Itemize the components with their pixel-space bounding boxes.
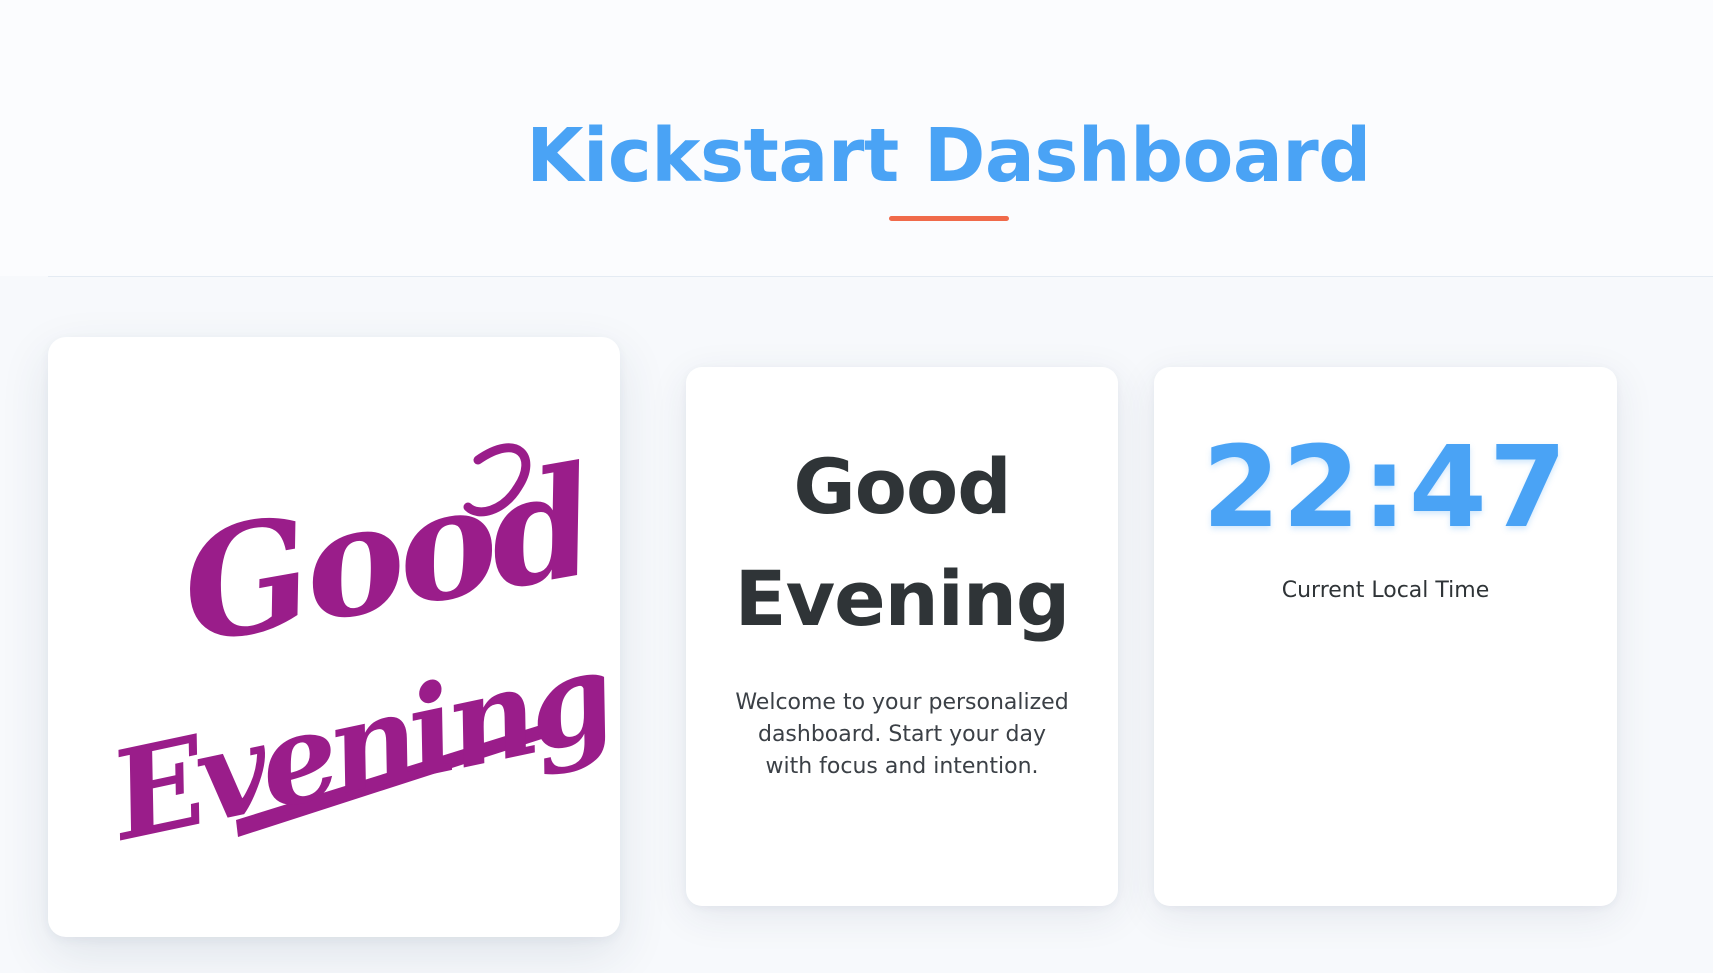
greeting-image-card: Good Evening — [48, 337, 620, 937]
clock-card: 22:47 Current Local Time — [1154, 367, 1617, 906]
header-divider — [48, 276, 1713, 277]
greeting-title: Good Evening — [734, 442, 1071, 643]
title-underline — [889, 216, 1009, 221]
greeting-card: Good Evening Welcome to your personalize… — [686, 367, 1118, 906]
current-time: 22:47 — [1202, 423, 1569, 553]
greeting-message: Welcome to your personalized dashboard. … — [735, 690, 1069, 779]
page-title: Kickstart Dashboard — [526, 113, 1371, 199]
good-evening-illustration: Good Evening — [96, 433, 620, 869]
page-header: Kickstart Dashboard — [0, 0, 1713, 277]
time-label: Current Local Time — [1281, 578, 1490, 603]
image-text-evening: Evening — [96, 622, 620, 869]
